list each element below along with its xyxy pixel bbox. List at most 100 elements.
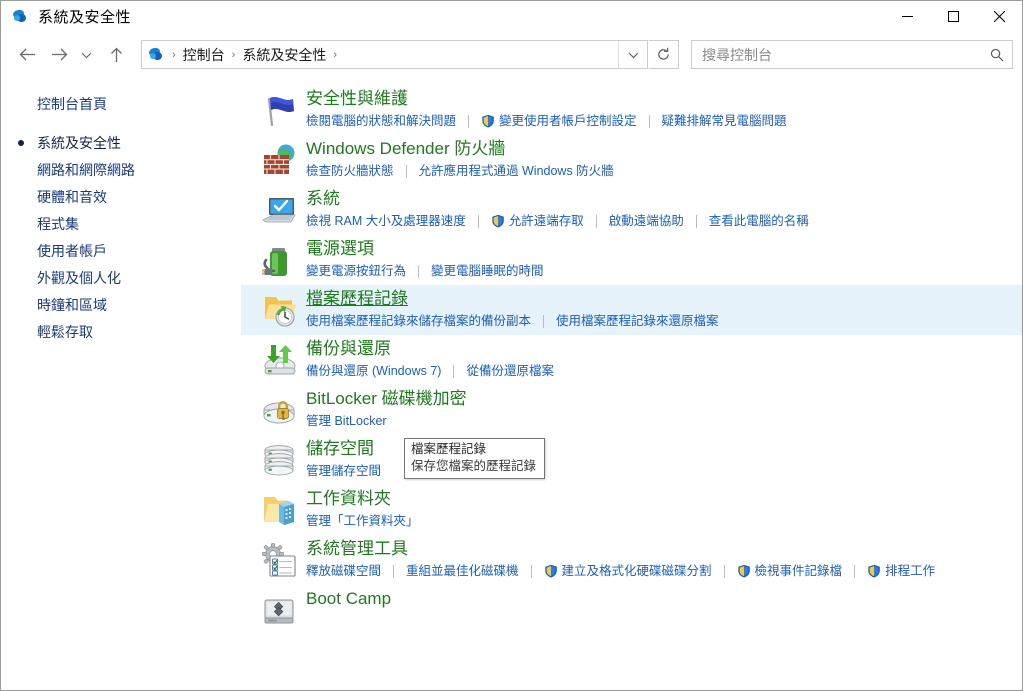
category-links: 使用檔案歷程記錄來儲存檔案的備份副本 使用檔案歷程記錄來還原檔案 <box>306 312 1022 330</box>
link-separator <box>595 214 597 228</box>
category-title-link[interactable]: 檔案歷程記錄 <box>306 288 408 310</box>
category-title-link[interactable]: 安全性與維護 <box>306 88 408 110</box>
sidebar-item-label: 程式集 <box>37 215 79 232</box>
maximize-button[interactable] <box>930 1 976 32</box>
sidebar-item-7[interactable]: 時鐘和區域 <box>1 291 241 318</box>
category-task-link[interactable]: 釋放磁碟空間 <box>306 562 381 580</box>
search-input[interactable] <box>692 45 982 64</box>
category-body: 檔案歷程記錄使用檔案歷程記錄來儲存檔案的備份副本 使用檔案歷程記錄來還原檔案 <box>306 288 1022 331</box>
refresh-icon[interactable] <box>649 40 679 69</box>
minimize-button[interactable] <box>884 1 930 32</box>
category-task-link[interactable]: 從備份還原檔案 <box>466 362 554 380</box>
category-task-link[interactable]: 檢視 RAM 大小及處理器速度 <box>306 212 466 230</box>
link-separator <box>854 564 856 578</box>
file-history-icon <box>261 292 297 328</box>
category-links: 檢閱電腦的狀態和解決問題 變更使用者帳戶控制設定 疑難排解常見電腦問題 <box>306 112 1022 130</box>
sidebar-item-3[interactable]: 硬體和音效 <box>1 183 241 210</box>
category-task-link[interactable]: 檢查防火牆狀態 <box>306 162 394 180</box>
uac-shield-icon <box>544 564 558 578</box>
back-arrow-icon[interactable] <box>14 42 40 68</box>
search-box[interactable] <box>691 40 1013 69</box>
category-links: 檢查防火牆狀態 允許應用程式通過 Windows 防火牆 <box>306 162 1022 180</box>
category-title-link[interactable]: 儲存空間 <box>306 438 374 460</box>
category-title-link[interactable]: Boot Camp <box>306 588 391 610</box>
breadcrumb-item-0[interactable]: 控制台 <box>183 45 225 65</box>
up-arrow-icon[interactable] <box>103 42 129 68</box>
category-links: 釋放磁碟空間 重組並最佳化磁碟機 建立及格式化硬碟磁碟分割 檢視事件記錄檔 排程工… <box>306 562 1022 580</box>
category-title-link[interactable]: 系統 <box>306 188 340 210</box>
sidebar-item-2[interactable]: 網路和網際網路 <box>1 156 241 183</box>
category-task-label: 檢視事件記錄檔 <box>754 564 843 578</box>
category-list: 安全性與維護檢閱電腦的狀態和解決問題 變更使用者帳戶控制設定 疑難排解常見電腦問題 <box>241 77 1022 690</box>
category-title-link[interactable]: Windows Defender 防火牆 <box>306 138 505 160</box>
window-title: 系統及安全性 <box>38 9 132 26</box>
search-icon[interactable] <box>982 48 1012 62</box>
category-row[interactable]: 備份與還原備份與還原 (Windows 7) 從備份還原檔案 <box>241 335 1022 385</box>
recent-locations-chevron-icon[interactable] <box>76 42 96 68</box>
category-task-link[interactable]: 查看此電腦的名稱 <box>709 212 809 230</box>
category-task-link[interactable]: 管理 BitLocker <box>306 412 387 430</box>
category-title-link[interactable]: 備份與還原 <box>306 338 391 360</box>
category-row[interactable]: Boot Camp <box>241 585 1022 635</box>
link-separator <box>405 164 407 178</box>
forward-arrow-icon[interactable] <box>46 42 72 68</box>
close-button[interactable] <box>976 1 1022 32</box>
sidebar-item-8[interactable]: 輕鬆存取 <box>1 318 241 345</box>
category-task-label: 允許遠端存取 <box>508 214 584 228</box>
category-task-label: 管理儲存空間 <box>306 464 382 478</box>
category-row[interactable]: Windows Defender 防火牆檢查防火牆狀態 允許應用程式通過 Wind… <box>241 135 1022 185</box>
category-task-link[interactable]: 檢視事件記錄檔 <box>737 562 843 580</box>
category-task-link[interactable]: 允許應用程式通過 Windows 防火牆 <box>419 162 614 180</box>
sidebar-item-5[interactable]: 使用者帳戶 <box>1 237 241 264</box>
category-row[interactable]: 檔案歷程記錄使用檔案歷程記錄來儲存檔案的備份副本 使用檔案歷程記錄來還原檔案 <box>241 285 1022 335</box>
category-task-link[interactable]: 變更電源按鈕行為 <box>306 262 406 280</box>
sidebar-item-6[interactable]: 外觀及個人化 <box>1 264 241 291</box>
control-panel-window: 系統及安全性 › 控制台 › 系統及安全性 › 搜尋控制台 控制台首頁 系統及安… <box>0 0 1023 691</box>
category-title-link[interactable]: 工作資料夾 <box>306 488 391 510</box>
link-separator <box>453 364 455 378</box>
category-title-link[interactable]: 系統管理工具 <box>306 538 408 560</box>
tooltip-description: 保存您檔案的歷程記錄 <box>411 459 537 473</box>
battery-icon <box>261 242 297 278</box>
sidebar-item-4[interactable]: 程式集 <box>1 210 241 237</box>
category-row[interactable]: 系統管理工具釋放磁碟空間 重組並最佳化磁碟機 建立及格式化硬碟磁碟分割 檢視事件記… <box>241 535 1022 585</box>
category-task-link[interactable]: 使用檔案歷程記錄來儲存檔案的備份副本 <box>306 312 531 330</box>
category-row[interactable]: 儲存空間管理儲存空間 <box>241 435 1022 485</box>
sidebar-item-label: 外觀及個人化 <box>37 269 121 286</box>
category-task-link[interactable]: 使用檔案歷程記錄來還原檔案 <box>556 312 719 330</box>
category-task-link[interactable]: 管理儲存空間 <box>306 462 381 480</box>
computer-icon <box>261 192 297 228</box>
link-separator <box>543 314 545 328</box>
sidebar-item-1[interactable]: 系統及安全性 <box>1 129 241 156</box>
category-task-link[interactable]: 建立及格式化硬碟磁碟分割 <box>544 562 712 580</box>
category-task-link[interactable]: 管理「工作資料夾」 <box>306 512 419 530</box>
category-task-link[interactable]: 變更電腦睡眠的時間 <box>431 262 544 280</box>
link-separator <box>723 564 725 578</box>
category-row[interactable]: 電源選項變更電源按鈕行為 變更電腦睡眠的時間 <box>241 235 1022 285</box>
category-task-link[interactable]: 允許遠端存取 <box>491 212 584 230</box>
address-bar[interactable]: › 控制台 › 系統及安全性 › <box>141 40 648 69</box>
category-task-label: 從備份還原檔案 <box>466 364 554 378</box>
sidebar-item-label: 硬體和音效 <box>37 188 107 205</box>
tooltip-title: 檔案歷程記錄 <box>411 442 487 456</box>
category-row[interactable]: 系統檢視 RAM 大小及處理器速度 允許遠端存取 啟動遠端協助 查看此電腦的名稱 <box>241 185 1022 235</box>
category-task-link[interactable]: 疑難排解常見電腦問題 <box>662 112 787 130</box>
category-row[interactable]: 安全性與維護檢閱電腦的狀態和解決問題 變更使用者帳戶控制設定 疑難排解常見電腦問題 <box>241 85 1022 135</box>
chevron-down-icon[interactable] <box>618 41 647 68</box>
category-title-link[interactable]: BitLocker 磁碟機加密 <box>306 388 467 410</box>
breadcrumb-separator-trailing[interactable]: › <box>326 49 344 61</box>
breadcrumb-item-1[interactable]: 系統及安全性 <box>242 45 326 65</box>
sidebar-item-label: 控制台首頁 <box>37 95 107 112</box>
category-task-link[interactable]: 變更使用者帳戶控制設定 <box>481 112 637 130</box>
category-row[interactable]: BitLocker 磁碟機加密管理 BitLocker <box>241 385 1022 435</box>
link-separator <box>393 564 395 578</box>
category-task-link[interactable]: 檢閱電腦的狀態和解決問題 <box>306 112 456 130</box>
sidebar-item-0[interactable]: 控制台首頁 <box>1 90 241 117</box>
category-task-link[interactable]: 排程工作 <box>867 562 935 580</box>
category-row[interactable]: 工作資料夾管理「工作資料夾」 <box>241 485 1022 535</box>
category-task-link[interactable]: 啟動遠端協助 <box>609 212 684 230</box>
category-task-link[interactable]: 備份與還原 (Windows 7) <box>306 362 441 380</box>
category-title-link[interactable]: 電源選項 <box>306 238 374 260</box>
uac-shield-icon <box>481 114 495 128</box>
category-task-link[interactable]: 重組並最佳化磁碟機 <box>406 562 519 580</box>
